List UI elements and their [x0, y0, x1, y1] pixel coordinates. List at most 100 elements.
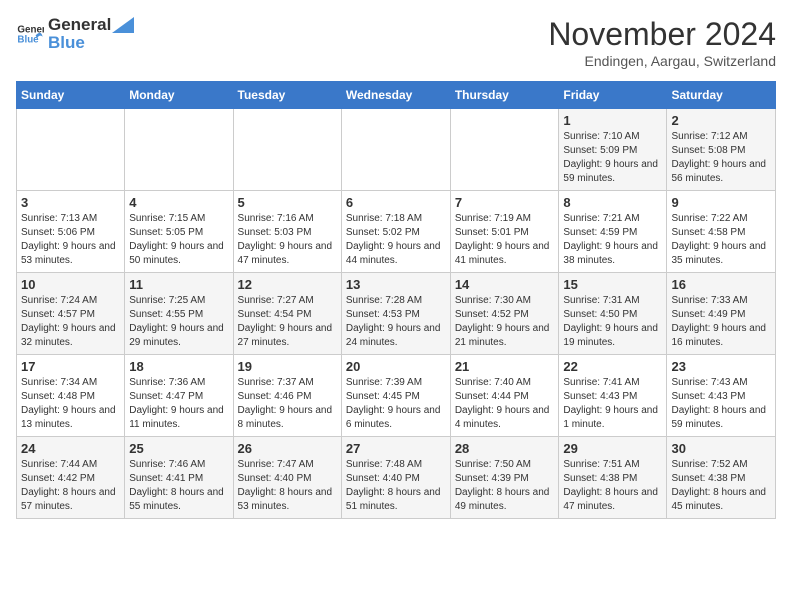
day-info: Sunrise: 7:51 AMSunset: 4:38 PMDaylight:… — [563, 458, 662, 514]
day-info: Sunrise: 7:28 AMSunset: 4:53 PMDaylight:… — [346, 294, 446, 350]
weekday-header-sunday: Sunday — [17, 82, 125, 109]
calendar-cell: 27 Sunrise: 7:48 AMSunset: 4:40 PMDayligh… — [341, 437, 450, 519]
weekday-header-saturday: Saturday — [667, 82, 776, 109]
svg-text:Blue: Blue — [17, 35, 39, 46]
calendar-cell: 15 Sunrise: 7:31 AMSunset: 4:50 PMDayligh… — [559, 273, 667, 355]
day-number: 28 — [455, 441, 555, 456]
calendar-cell — [125, 109, 233, 191]
logo-triangle — [112, 17, 134, 33]
day-info: Sunrise: 7:22 AMSunset: 4:58 PMDaylight:… — [671, 212, 771, 268]
day-number: 15 — [563, 277, 662, 292]
day-info: Sunrise: 7:15 AMSunset: 5:05 PMDaylight:… — [129, 212, 228, 268]
page-title: November 2024 — [548, 16, 776, 53]
day-info: Sunrise: 7:44 AMSunset: 4:42 PMDaylight:… — [21, 458, 120, 514]
calendar-cell: 2Sunrise: 7:12 AMSunset: 5:08 PMDaylight… — [667, 109, 776, 191]
calendar-cell: 5Sunrise: 7:16 AMSunset: 5:03 PMDaylight… — [233, 191, 341, 273]
day-info: Sunrise: 7:13 AMSunset: 5:06 PMDaylight:… — [21, 212, 120, 268]
calendar-cell — [17, 109, 125, 191]
calendar-cell: 20 Sunrise: 7:39 AMSunset: 4:45 PMDayligh… — [341, 355, 450, 437]
calendar-week-row: 1 Sunrise: 7:10 AMSunset: 5:09 PMDaylight… — [17, 109, 776, 191]
day-info: Sunrise: 7:47 AMSunset: 4:40 PMDaylight:… — [238, 458, 337, 514]
day-info: Sunrise: 7:25 AMSunset: 4:55 PMDaylight:… — [129, 294, 228, 350]
calendar-cell: 9 Sunrise: 7:22 AMSunset: 4:58 PMDaylight… — [667, 191, 776, 273]
day-number: 18 — [129, 359, 228, 374]
day-info: Sunrise: 7:10 AMSunset: 5:09 PMDaylight:… — [563, 130, 662, 186]
day-info: Sunrise: 7:21 AMSunset: 4:59 PMDaylight:… — [563, 212, 662, 268]
page-subtitle: Endingen, Aargau, Switzerland — [548, 53, 776, 69]
calendar-cell: 28 Sunrise: 7:50 AMSunset: 4:39 PMDayligh… — [450, 437, 559, 519]
logo: General Blue General Blue — [16, 16, 135, 53]
day-info: Sunrise: 7:18 AMSunset: 5:02 PMDaylight:… — [346, 212, 446, 268]
day-info: Sunrise: 7:41 AMSunset: 4:43 PMDaylight:… — [563, 376, 662, 432]
day-info: Sunrise: 7:31 AMSunset: 4:50 PMDaylight:… — [563, 294, 662, 350]
day-info: Sunrise: 7:50 AMSunset: 4:39 PMDaylight:… — [455, 458, 555, 514]
calendar-cell — [341, 109, 450, 191]
weekday-header-friday: Friday — [559, 82, 667, 109]
calendar-cell: 19Sunrise: 7:37 AMSunset: 4:46 PMDayligh… — [233, 355, 341, 437]
calendar-cell: 6 Sunrise: 7:18 AMSunset: 5:02 PMDaylight… — [341, 191, 450, 273]
calendar-cell: 10 Sunrise: 7:24 AMSunset: 4:57 PMDayligh… — [17, 273, 125, 355]
day-number: 2 — [671, 113, 771, 128]
calendar-cell: 4Sunrise: 7:15 AMSunset: 5:05 PMDaylight… — [125, 191, 233, 273]
weekday-header-wednesday: Wednesday — [341, 82, 450, 109]
calendar-cell: 30Sunrise: 7:52 AMSunset: 4:38 PMDayligh… — [667, 437, 776, 519]
calendar-cell: 3 Sunrise: 7:13 AMSunset: 5:06 PMDaylight… — [17, 191, 125, 273]
day-number: 20 — [346, 359, 446, 374]
day-number: 23 — [671, 359, 771, 374]
weekday-header-monday: Monday — [125, 82, 233, 109]
day-info: Sunrise: 7:46 AMSunset: 4:41 PMDaylight:… — [129, 458, 228, 514]
day-info: Sunrise: 7:43 AMSunset: 4:43 PMDaylight:… — [671, 376, 771, 432]
day-number: 21 — [455, 359, 555, 374]
day-number: 22 — [563, 359, 662, 374]
day-info: Sunrise: 7:39 AMSunset: 4:45 PMDaylight:… — [346, 376, 446, 432]
day-number: 8 — [563, 195, 662, 210]
calendar-cell: 14 Sunrise: 7:30 AMSunset: 4:52 PMDayligh… — [450, 273, 559, 355]
day-info: Sunrise: 7:48 AMSunset: 4:40 PMDaylight:… — [346, 458, 446, 514]
day-number: 7 — [455, 195, 555, 210]
day-number: 1 — [563, 113, 662, 128]
weekday-header-row: SundayMondayTuesdayWednesdayThursdayFrid… — [17, 82, 776, 109]
calendar-cell: 17Sunrise: 7:34 AMSunset: 4:48 PMDayligh… — [17, 355, 125, 437]
calendar-cell: 23 Sunrise: 7:43 AMSunset: 4:43 PMDayligh… — [667, 355, 776, 437]
calendar-week-row: 3 Sunrise: 7:13 AMSunset: 5:06 PMDaylight… — [17, 191, 776, 273]
day-number: 3 — [21, 195, 120, 210]
day-number: 19 — [238, 359, 337, 374]
day-number: 30 — [671, 441, 771, 456]
weekday-header-thursday: Thursday — [450, 82, 559, 109]
calendar-cell: 24 Sunrise: 7:44 AMSunset: 4:42 PMDayligh… — [17, 437, 125, 519]
calendar-week-row: 10 Sunrise: 7:24 AMSunset: 4:57 PMDayligh… — [17, 273, 776, 355]
calendar-cell: 25 Sunrise: 7:46 AMSunset: 4:41 PMDayligh… — [125, 437, 233, 519]
day-info: Sunrise: 7:33 AMSunset: 4:49 PMDaylight:… — [671, 294, 771, 350]
day-info: Sunrise: 7:27 AMSunset: 4:54 PMDaylight:… — [238, 294, 337, 350]
calendar-cell: 1 Sunrise: 7:10 AMSunset: 5:09 PMDaylight… — [559, 109, 667, 191]
calendar-cell: 8 Sunrise: 7:21 AMSunset: 4:59 PMDaylight… — [559, 191, 667, 273]
day-number: 9 — [671, 195, 771, 210]
calendar-week-row: 24 Sunrise: 7:44 AMSunset: 4:42 PMDayligh… — [17, 437, 776, 519]
calendar-cell: 11 Sunrise: 7:25 AMSunset: 4:55 PMDayligh… — [125, 273, 233, 355]
day-number: 14 — [455, 277, 555, 292]
calendar-table: SundayMondayTuesdayWednesdayThursdayFrid… — [16, 81, 776, 519]
day-info: Sunrise: 7:36 AMSunset: 4:47 PMDaylight:… — [129, 376, 228, 432]
logo-icon: General Blue — [16, 20, 44, 48]
calendar-week-row: 17Sunrise: 7:34 AMSunset: 4:48 PMDayligh… — [17, 355, 776, 437]
day-number: 13 — [346, 277, 446, 292]
day-number: 5 — [238, 195, 337, 210]
logo-blue: Blue — [48, 33, 135, 53]
day-number: 24 — [21, 441, 120, 456]
calendar-cell: 18 Sunrise: 7:36 AMSunset: 4:47 PMDayligh… — [125, 355, 233, 437]
day-number: 27 — [346, 441, 446, 456]
calendar-cell: 26 Sunrise: 7:47 AMSunset: 4:40 PMDayligh… — [233, 437, 341, 519]
day-number: 11 — [129, 277, 228, 292]
calendar-cell: 21 Sunrise: 7:40 AMSunset: 4:44 PMDayligh… — [450, 355, 559, 437]
calendar-cell: 12 Sunrise: 7:27 AMSunset: 4:54 PMDayligh… — [233, 273, 341, 355]
day-number: 25 — [129, 441, 228, 456]
day-info: Sunrise: 7:24 AMSunset: 4:57 PMDaylight:… — [21, 294, 120, 350]
day-number: 6 — [346, 195, 446, 210]
calendar-cell: 29Sunrise: 7:51 AMSunset: 4:38 PMDayligh… — [559, 437, 667, 519]
day-number: 12 — [238, 277, 337, 292]
day-number: 10 — [21, 277, 120, 292]
day-info: Sunrise: 7:40 AMSunset: 4:44 PMDaylight:… — [455, 376, 555, 432]
day-info: Sunrise: 7:19 AMSunset: 5:01 PMDaylight:… — [455, 212, 555, 268]
day-number: 26 — [238, 441, 337, 456]
day-info: Sunrise: 7:30 AMSunset: 4:52 PMDaylight:… — [455, 294, 555, 350]
